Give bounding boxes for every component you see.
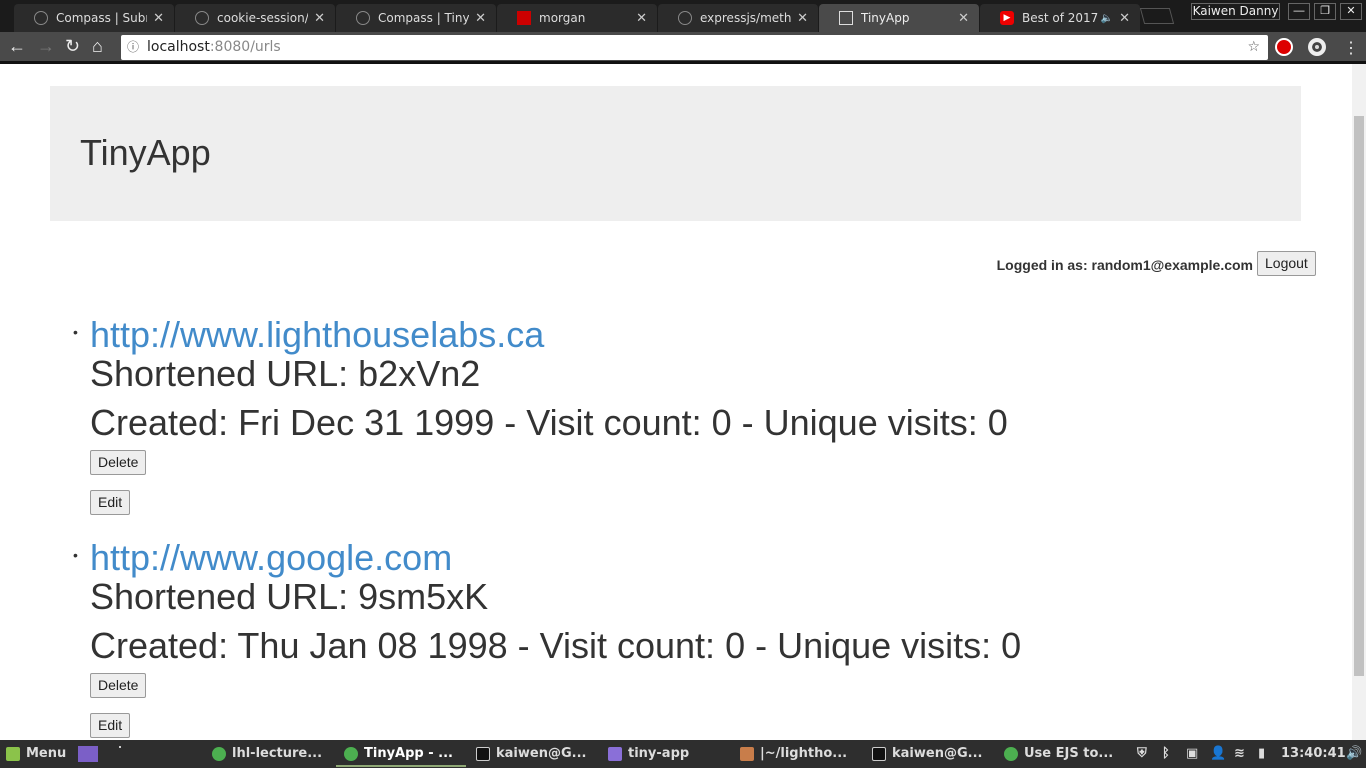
- tab-compass-submit[interactable]: Compass | Submi✕: [14, 4, 174, 32]
- tab-cookie-session[interactable]: cookie-session/RE✕: [175, 4, 335, 32]
- github-icon: [678, 11, 692, 25]
- delete-button[interactable]: Delete: [90, 450, 147, 475]
- terminal-icon: [476, 746, 490, 761]
- new-tab-button[interactable]: [1139, 8, 1175, 24]
- short-url-text: Shortened URL: 9sm5xK: [90, 576, 489, 617]
- info-icon[interactable]: ⓘ: [127, 35, 139, 60]
- compass-icon: [356, 11, 370, 25]
- menu-kebab-icon[interactable]: ⋮: [1343, 38, 1359, 58]
- clock[interactable]: 13:40:41: [1281, 746, 1346, 761]
- tab-morgan[interactable]: morgan ✕: [497, 4, 657, 32]
- chrome-icon: [1004, 746, 1018, 761]
- reload-icon[interactable]: ↻: [65, 36, 80, 57]
- scrollbar[interactable]: [1352, 64, 1366, 740]
- page-title: TinyApp: [80, 132, 211, 173]
- tab-compass-tinyapp[interactable]: Compass | TinyAp✕: [336, 4, 496, 32]
- address-bar[interactable]: ⓘ localhost:8080/urls ☆: [121, 35, 1268, 60]
- github-icon: [195, 11, 209, 25]
- url-meta-text: Created: Fri Dec 31 1999 - Visit count: …: [90, 402, 1008, 443]
- youtube-icon: ▶: [1000, 11, 1014, 25]
- taskbar-window[interactable]: |~/lightho...: [740, 746, 847, 761]
- profile-button[interactable]: Kaiwen Danny: [1191, 3, 1280, 20]
- scrollbar-thumb[interactable]: [1354, 116, 1364, 676]
- bullet: •: [73, 547, 78, 563]
- delete-button[interactable]: Delete: [90, 673, 147, 698]
- close-tab-icon[interactable]: ✕: [153, 11, 164, 26]
- chrome-icon: [212, 746, 226, 761]
- bullet: •: [73, 324, 78, 340]
- battery-icon[interactable]: ▮: [1258, 746, 1265, 761]
- url-meta-text: Created: Thu Jan 08 1998 - Visit count: …: [90, 625, 1022, 666]
- opera-extension-icon[interactable]: [1308, 38, 1326, 56]
- compass-icon: [34, 11, 48, 25]
- volume-icon[interactable]: 🔊: [1346, 746, 1362, 761]
- chrome-icon: [344, 746, 358, 761]
- bookmark-star-icon[interactable]: ☆: [1247, 35, 1260, 60]
- home-icon[interactable]: ⌂: [92, 36, 103, 57]
- taskbar: Menu lhl-lecture... TinyApp - ... kaiwen…: [0, 740, 1366, 768]
- jumbotron: TinyApp: [50, 86, 1301, 221]
- tab-strip: Compass | Submi✕ cookie-session/RE✕ Comp…: [0, 0, 1366, 32]
- taskbar-window[interactable]: lhl-lecture...: [212, 746, 322, 761]
- terminal-icon: [872, 746, 886, 761]
- clipboard-icon[interactable]: ▣: [1186, 746, 1198, 761]
- taskbar-window[interactable]: kaiwen@G...: [476, 746, 586, 761]
- terminal-launcher-icon[interactable]: [119, 746, 121, 748]
- minimize-button[interactable]: —: [1288, 3, 1310, 20]
- tab-method-override[interactable]: expressjs/methoc✕: [658, 4, 818, 32]
- close-tab-icon[interactable]: ✕: [475, 11, 486, 26]
- taskbar-window[interactable]: TinyApp - ...: [336, 746, 466, 767]
- close-tab-icon[interactable]: ✕: [1119, 11, 1130, 26]
- taskbar-window[interactable]: kaiwen@G...: [872, 746, 982, 761]
- tab-youtube[interactable]: ▶Best of 2017 M🔈✕: [980, 4, 1140, 32]
- start-menu-button[interactable]: Menu: [6, 746, 66, 761]
- show-desktop-icon[interactable]: [78, 746, 98, 762]
- audio-icon[interactable]: 🔈: [1101, 13, 1113, 24]
- long-url-link[interactable]: http://www.google.com: [90, 537, 452, 579]
- close-tab-icon[interactable]: ✕: [636, 11, 647, 26]
- sublime-icon: [740, 746, 754, 761]
- wifi-icon[interactable]: ≋: [1234, 746, 1245, 761]
- back-icon[interactable]: ←: [8, 36, 26, 57]
- close-window-button[interactable]: ✕: [1340, 3, 1362, 20]
- taskbar-window[interactable]: Use EJS to...: [1004, 746, 1113, 761]
- folder-icon: [608, 746, 622, 761]
- close-tab-icon[interactable]: ✕: [797, 11, 808, 26]
- bluetooth-icon[interactable]: ᛒ: [1162, 746, 1170, 761]
- logged-in-label: Logged in as: random1@example.com: [996, 257, 1253, 273]
- mint-logo-icon: [6, 746, 20, 761]
- close-tab-icon[interactable]: ✕: [958, 11, 969, 26]
- taskbar-window[interactable]: tiny-app: [608, 746, 689, 761]
- shield-icon[interactable]: ⛨: [1137, 746, 1147, 761]
- short-url-text: Shortened URL: b2xVn2: [90, 353, 481, 394]
- browser-toolbar: ← → ↻ ⌂ ⓘ localhost:8080/urls ☆ ⋮: [0, 32, 1366, 64]
- adblock-icon[interactable]: [1275, 38, 1293, 56]
- npm-icon: [517, 11, 531, 25]
- close-tab-icon[interactable]: ✕: [314, 11, 325, 26]
- user-icon[interactable]: 👤: [1210, 746, 1226, 761]
- forward-icon[interactable]: →: [37, 36, 55, 57]
- restore-button[interactable]: ❐: [1314, 3, 1336, 20]
- edit-button[interactable]: Edit: [90, 490, 131, 515]
- edit-button[interactable]: Edit: [90, 713, 131, 738]
- tab-tinyapp[interactable]: TinyApp ✕: [819, 4, 979, 32]
- long-url-link[interactable]: http://www.lighthouselabs.ca: [90, 314, 544, 356]
- page-content: TinyApp Logged in as: random1@example.co…: [0, 64, 1352, 740]
- logout-button[interactable]: Logout: [1257, 251, 1316, 276]
- page-icon: [839, 11, 853, 25]
